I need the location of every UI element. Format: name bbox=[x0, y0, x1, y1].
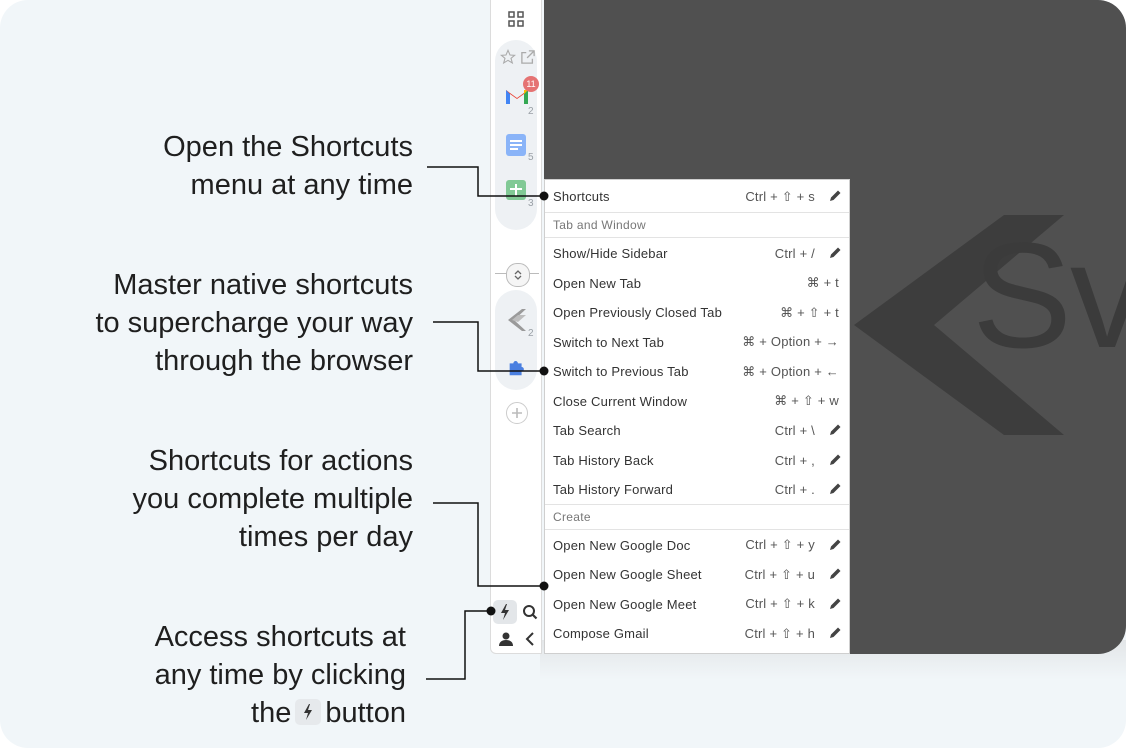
shortcut-keys: ⌘ + ⇧ + t bbox=[780, 304, 839, 320]
shortcut-row[interactable]: Show/Hide Sidebar Ctrl + / bbox=[545, 239, 849, 268]
edit-pencil-icon[interactable] bbox=[828, 597, 842, 611]
callout-line: to supercharge your way bbox=[95, 307, 413, 339]
shortcut-name: Tab History Forward bbox=[553, 482, 674, 497]
callout-line: Shortcuts for actions bbox=[148, 445, 413, 477]
shortcut-keys: Ctrl + , bbox=[774, 452, 815, 468]
shortcut-name: Switch to Next Tab bbox=[553, 334, 665, 350]
section-title: Tab and Window bbox=[553, 218, 646, 232]
watermark-text: Sv bbox=[972, 211, 1126, 379]
shortcut-keys: Ctrl + / bbox=[774, 246, 815, 261]
edit-pencil-icon[interactable] bbox=[828, 246, 842, 260]
callout-bolt-button: Access shortcuts at any time by clicking… bbox=[155, 618, 406, 732]
callout-line: you complete multiple bbox=[132, 483, 413, 515]
edit-pencil-icon[interactable] bbox=[828, 423, 842, 437]
shortcuts-bolt-button[interactable] bbox=[493, 600, 517, 624]
callout-line: Master native shortcuts bbox=[113, 269, 413, 301]
callout-native-shortcuts: Master native shortcuts to supercharge y… bbox=[95, 266, 413, 380]
gmail-unread-badge: 11 bbox=[523, 76, 539, 92]
shift-account-count: 2 bbox=[528, 328, 534, 339]
shortcut-name: Open Previously Closed Tab bbox=[553, 305, 722, 320]
section-header: Tab and Window bbox=[545, 212, 849, 238]
callout-line: through the browser bbox=[155, 345, 413, 377]
callout-line: the button bbox=[155, 694, 406, 732]
callout-text: button bbox=[325, 697, 406, 729]
callout-text: the bbox=[251, 697, 292, 729]
star-icon[interactable] bbox=[499, 48, 517, 66]
sheets-account-count: 3 bbox=[528, 198, 534, 209]
shortcut-name: Open New Google Doc bbox=[553, 537, 691, 553]
apps-grid-icon[interactable] bbox=[505, 8, 527, 30]
shortcut-keys: Ctrl + ⇧ + s bbox=[745, 188, 815, 204]
shortcut-keys: ⌘ + Option + ← bbox=[742, 363, 839, 379]
shortcut-name: Open New Google Sheet bbox=[553, 567, 702, 582]
sidebar: 11 2 5 3 2 bbox=[490, 0, 542, 654]
shortcut-name: Tab Search bbox=[553, 423, 621, 438]
search-icon[interactable] bbox=[519, 600, 541, 624]
shortcut-row[interactable]: Open New Google Meet Ctrl + ⇧ + k bbox=[545, 590, 849, 619]
shortcuts-header-row[interactable]: Shortcuts Ctrl + ⇧ + s bbox=[545, 182, 849, 211]
shortcut-row[interactable]: Switch to Previous Tab ⌘ + Option + ← bbox=[545, 357, 849, 386]
shortcut-row[interactable]: Open Previously Closed Tab ⌘ + ⇧ + t bbox=[545, 298, 849, 327]
shortcut-name: Switch to Previous Tab bbox=[553, 364, 689, 379]
shortcut-keys: Ctrl + \ bbox=[774, 423, 815, 438]
shortcut-row[interactable]: Tab History Forward Ctrl + . bbox=[545, 475, 849, 504]
shortcuts-menu: Shortcuts Ctrl + ⇧ + s Tab and Window Show/… bbox=[544, 179, 850, 654]
edit-pencil-icon[interactable] bbox=[828, 482, 842, 496]
gmail-account-count: 2 bbox=[528, 106, 534, 117]
callout-line: Open the Shortcuts bbox=[163, 131, 413, 163]
callout-line: times per day bbox=[238, 521, 413, 553]
shortcut-row[interactable]: Close Current Window ⌘ + ⇧ + w bbox=[545, 387, 849, 416]
docs-account-count: 5 bbox=[528, 152, 534, 163]
shortcut-row[interactable]: Tab Search Ctrl + \ bbox=[545, 416, 849, 445]
shortcut-name: Tab History Back bbox=[553, 452, 654, 468]
shortcut-keys: ⌘ + ⇧ + w bbox=[774, 393, 839, 408]
shortcut-keys: Ctrl + ⇧ + u bbox=[744, 566, 815, 582]
shortcut-row[interactable]: Open New Google Sheet Ctrl + ⇧ + u bbox=[545, 560, 849, 589]
edit-pencil-icon[interactable] bbox=[828, 538, 842, 552]
google-sheets-icon[interactable] bbox=[505, 178, 527, 202]
shortcut-keys: Ctrl + . bbox=[774, 482, 815, 497]
sidebar-bottom-bar bbox=[491, 598, 543, 654]
tutorial-illustration: Sv 11 2 5 3 2 Shortcuts Ctrl + ⇧ + s Tab… bbox=[0, 0, 1126, 748]
shortcut-name: Open New Google Meet bbox=[553, 596, 697, 612]
shortcut-row[interactable]: Open New Google Doc Ctrl + ⇧ + y bbox=[545, 531, 849, 560]
edit-pencil-icon[interactable] bbox=[828, 626, 842, 640]
callout-line: any time by clicking bbox=[154, 659, 406, 691]
shortcut-keys: ⌘ + Option + → bbox=[742, 334, 839, 349]
section-header: Create bbox=[545, 503, 849, 530]
shortcut-row[interactable]: Switch to Next Tab ⌘ + Option + → bbox=[545, 328, 849, 357]
add-app-icon[interactable] bbox=[506, 402, 528, 424]
section-title: Create bbox=[553, 509, 591, 524]
callout-line: Access shortcuts at bbox=[154, 621, 406, 653]
collapse-toggle-icon[interactable] bbox=[506, 263, 530, 287]
shortcut-keys: Ctrl + ⇧ + k bbox=[745, 596, 815, 611]
shortcut-name: Open New Tab bbox=[553, 275, 642, 291]
shortcut-keys: Ctrl + ⇧ + h bbox=[744, 625, 815, 641]
shortcut-row[interactable]: Compose Gmail Ctrl + ⇧ + h bbox=[545, 619, 849, 648]
collapse-sidebar-icon[interactable] bbox=[519, 628, 541, 650]
edit-pencil-icon[interactable] bbox=[828, 453, 842, 467]
shortcut-name: Close Current Window bbox=[553, 393, 688, 409]
callout-open-shortcuts: Open the Shortcuts menu at any time bbox=[163, 128, 413, 204]
user-profile-icon[interactable] bbox=[495, 628, 517, 650]
callout-line: menu at any time bbox=[190, 169, 413, 201]
shortcut-name: Compose Gmail bbox=[553, 626, 649, 641]
bolt-icon bbox=[295, 699, 322, 725]
shortcut-name: Shortcuts bbox=[553, 189, 610, 204]
callout-daily-actions: Shortcuts for actions you complete multi… bbox=[133, 442, 413, 556]
google-docs-icon[interactable] bbox=[505, 132, 527, 158]
open-external-icon[interactable] bbox=[519, 48, 537, 66]
edit-pencil-icon[interactable] bbox=[828, 189, 842, 203]
edit-pencil-icon[interactable] bbox=[828, 567, 842, 581]
shortcut-name: Show/Hide Sidebar bbox=[553, 246, 668, 261]
shortcut-row[interactable]: Open New Tab ⌘ + t bbox=[545, 269, 849, 298]
shift-app-icon[interactable] bbox=[505, 306, 529, 334]
shortcut-row[interactable]: Tab History Back Ctrl + , bbox=[545, 446, 849, 475]
extension-puzzle-icon[interactable] bbox=[505, 355, 529, 379]
shortcut-keys: ⌘ + t bbox=[806, 275, 839, 290]
shortcut-keys: Ctrl + ⇧ + y bbox=[745, 537, 815, 552]
